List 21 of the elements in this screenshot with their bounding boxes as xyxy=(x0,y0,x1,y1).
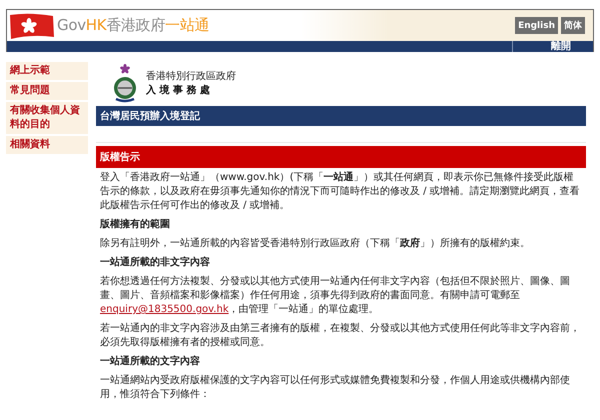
department-name: 入 境 事 務 處 xyxy=(146,83,211,97)
sidebar-link[interactable]: 常見問題 xyxy=(6,82,88,100)
govhk-logo-text: GovHK香港政府一站通 xyxy=(57,16,210,35)
sidebar-link[interactable]: 相關資料 xyxy=(6,136,88,154)
section-heading: 一站通所載的非文字內容 xyxy=(100,256,211,270)
section-heading: 一站通所載的文字內容 xyxy=(100,355,201,369)
language-button[interactable]: English xyxy=(515,17,558,34)
language-button[interactable]: 简体 xyxy=(561,17,585,34)
government-name: 香港特別行政區政府 xyxy=(146,70,236,83)
sidebar-link[interactable]: 有關收集個人資料的目的 xyxy=(6,102,88,134)
paragraph: 登入「香港政府一站通」（www.gov.hk）(下稱「一站通」）或其任何網頁，即表示你已無條件接受此版權告示的條款，以及政府在毋須事先通知你的情況下而可隨時作出的修改及 / 或增補。請定期瀏覽此網頁，查看此版權告示任何可作出的修改及 / 或增補。 xyxy=(100,171,581,213)
sidebar-link[interactable]: 網上示範 xyxy=(6,62,88,80)
section-heading: 版權擁有的範圍 xyxy=(100,218,171,232)
paragraph: 若你想透過任何方法複製、分發或以其他方式使用一站通內任何非文字內容（包括但不限於照片、圖像、圖畫、圖片、音頻檔案和影像檔案）作任何用途，須事先得到政府的書面同意。有關申請可電郵至 enquiry@1835500.gov.hk，由管理「一站通」的單位處理。 xyxy=(100,275,571,317)
paragraph: 若一站通內的非文字內容涉及由第三者擁有的版權，在複製、分發或以其他方式使用任何此等非文字內容前，必須先取得版權擁有者的授權或同意。 xyxy=(100,322,581,350)
flag-logo-icon xyxy=(9,12,55,40)
paragraph: 一站通網站內受政府版權保護的文字內容可以任何形式或媒體免費複製和分發，作個人用途或供機構內部使用，惟須符合下列條件： xyxy=(100,374,571,402)
email-link[interactable]: enquiry@1835500.gov.hk xyxy=(100,304,229,315)
section-title: 版權告示 xyxy=(96,146,586,168)
page-title: 台灣居民預辦入境登記 xyxy=(96,106,586,126)
paragraph: 除另有註明外，一站通所載的內容皆受香港特別行政區政府（下稱「政府」）所擁有的版權約束。 xyxy=(100,237,531,251)
